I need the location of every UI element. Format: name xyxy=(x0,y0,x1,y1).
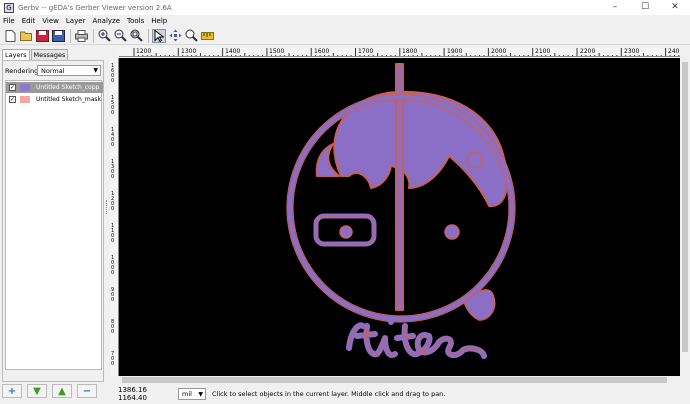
minimize-button[interactable]: – xyxy=(600,0,630,15)
maximize-button[interactable]: ☐ xyxy=(630,0,660,15)
horizontal-scroll-thumb[interactable] xyxy=(122,377,667,383)
layer-name: Untitled Sketch_copp xyxy=(36,84,100,91)
rendering-value: Normal xyxy=(41,67,65,75)
status-message: Click to select objects in the current l… xyxy=(212,390,446,398)
unit-value: mil xyxy=(182,390,192,398)
tab-messages[interactable]: Messages xyxy=(30,49,69,60)
menu-file[interactable]: File xyxy=(3,17,15,25)
left-eye xyxy=(339,225,353,239)
gerber-artwork xyxy=(286,63,516,359)
menu-view[interactable]: View xyxy=(42,17,59,25)
app-icon: G xyxy=(4,2,14,13)
menu-help[interactable]: Help xyxy=(151,17,167,25)
menu-layer[interactable]: Layer xyxy=(66,17,86,25)
layer-row[interactable]: ✓ Untitled Sketch_mask xyxy=(6,94,103,105)
status-bar: 1386.16 1164.40 mil ▼ Click to select ob… xyxy=(110,386,690,402)
remove-layer-button[interactable]: − xyxy=(77,384,97,398)
horizontal-scrollbar[interactable] xyxy=(110,376,680,384)
ruler-label: 1200 xyxy=(111,191,115,212)
layer-name: Untitled Sketch_mask xyxy=(36,96,101,103)
ruler-label: 1500 xyxy=(111,95,115,116)
ruler-label: 1000 xyxy=(111,255,115,276)
menu-analyze[interactable]: Analyze xyxy=(92,17,120,25)
revert-icon[interactable] xyxy=(35,29,49,43)
ruler-label: 900 xyxy=(111,287,115,303)
panel-splitter[interactable] xyxy=(106,200,108,214)
ruler-label: 1600 xyxy=(111,63,115,84)
tab-layers[interactable]: Layers xyxy=(2,49,30,60)
vertical-scroll-thumb[interactable] xyxy=(682,62,688,352)
hair-clip xyxy=(466,151,484,169)
toolbar-separator xyxy=(93,28,94,43)
zoom-fit-icon[interactable] xyxy=(129,29,143,43)
chevron-down-icon: ▼ xyxy=(198,391,203,398)
layers-panel: Rendering: Normal ▼ ✓ Untitled Sketch_co… xyxy=(2,60,104,382)
print-icon[interactable] xyxy=(74,29,88,43)
add-layer-button[interactable]: + xyxy=(2,384,22,398)
vertical-scrollbar[interactable] xyxy=(680,48,690,376)
sidebar-tabs: Layers Messages xyxy=(2,49,69,60)
close-button[interactable]: ✕ xyxy=(660,0,690,15)
menu-edit[interactable]: Edit xyxy=(22,17,36,25)
rendering-select[interactable]: Normal ▼ xyxy=(37,65,101,76)
move-layer-up-button[interactable]: ▲ xyxy=(52,384,72,398)
window-title: Gerbv -- gEDA's Gerber Viewer version 2.… xyxy=(18,3,172,12)
ruler-label: 1300 xyxy=(111,159,115,180)
pan-icon[interactable] xyxy=(168,29,182,43)
move-layer-down-button[interactable]: ▼ xyxy=(27,384,47,398)
layer-color-swatch[interactable] xyxy=(20,84,30,91)
layer-row[interactable]: ✓ Untitled Sketch_copp xyxy=(6,82,103,93)
vertical-ruler: 1600 1500 1400 1300 1200 1100 1000 900 8… xyxy=(110,58,119,376)
layer-list: ✓ Untitled Sketch_copp ✓ Untitled Sketch… xyxy=(5,80,103,370)
ruler-label: 1100 xyxy=(111,223,115,244)
horizontal-ruler-ticks xyxy=(133,48,680,56)
toolbar xyxy=(0,27,690,45)
cursor-coordinates: 1386.16 1164.40 xyxy=(118,386,147,402)
layer-visibility-checkbox[interactable]: ✓ xyxy=(9,84,16,91)
rendering-label: Rendering: xyxy=(5,67,41,75)
pointer-icon[interactable] xyxy=(152,28,166,43)
hair-shape xyxy=(333,90,509,208)
toolbar-separator xyxy=(70,28,71,43)
open-icon[interactable] xyxy=(19,29,33,43)
layer-buttons: + ▼ ▲ − xyxy=(2,384,102,398)
measure-icon[interactable] xyxy=(200,29,214,43)
menu-bar: File Edit View Layer Analyze Tools Help xyxy=(0,15,690,26)
layer-color-swatch[interactable] xyxy=(20,96,30,103)
zoom-out-icon[interactable] xyxy=(113,29,127,43)
drawing-canvas[interactable] xyxy=(119,58,680,376)
ruler-label: 1400 xyxy=(111,127,115,148)
title-bar: G Gerbv -- gEDA's Gerber Viewer version … xyxy=(0,0,690,15)
zoom-in-icon[interactable] xyxy=(97,29,111,43)
ruler-label: 800 xyxy=(111,319,115,335)
layer-visibility-checkbox[interactable]: ✓ xyxy=(9,96,16,103)
ruler-label: 700 xyxy=(111,351,115,367)
horizontal-ruler: 1200 1300 1400 1500 1600 1700 1800 1900 … xyxy=(119,48,680,57)
right-eye xyxy=(444,224,460,240)
new-icon[interactable] xyxy=(3,29,17,43)
unit-select[interactable]: mil ▼ xyxy=(178,388,206,400)
chevron-down-icon: ▼ xyxy=(93,67,98,74)
zoom-tool-icon[interactable] xyxy=(184,29,198,43)
menu-tools[interactable]: Tools xyxy=(127,17,144,25)
toolbar-separator xyxy=(148,28,149,43)
save-icon[interactable] xyxy=(51,29,65,43)
center-stripe xyxy=(395,63,404,311)
